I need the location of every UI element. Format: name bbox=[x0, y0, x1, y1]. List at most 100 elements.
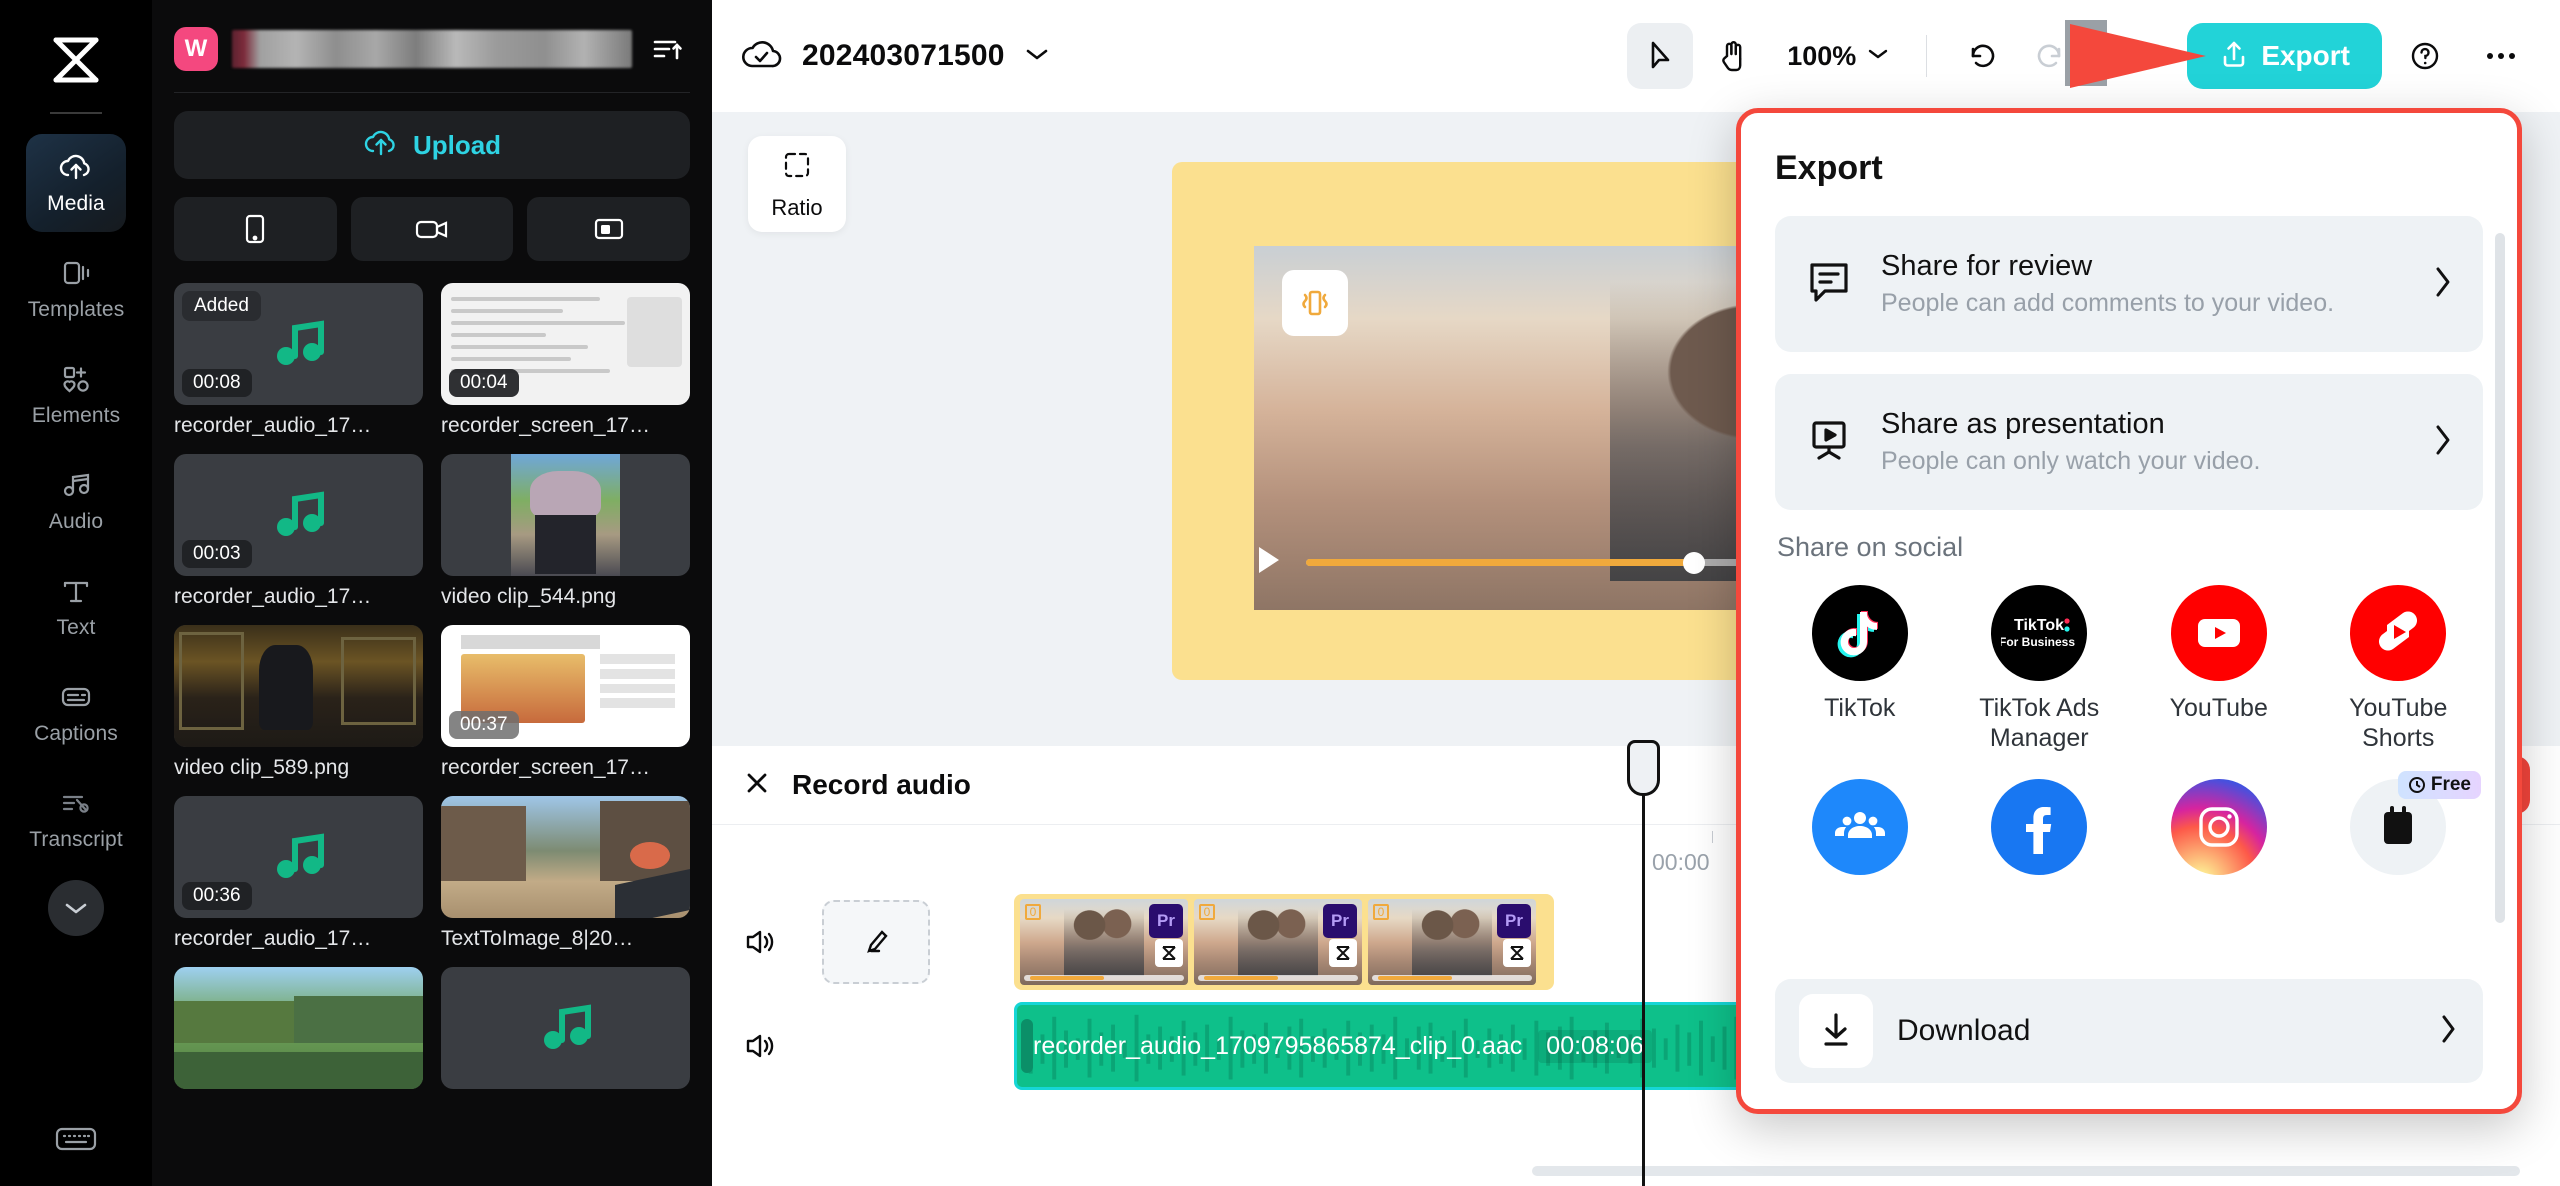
clip-corner-label: 0 bbox=[1199, 904, 1215, 920]
cloud-upload-icon bbox=[59, 150, 93, 184]
duration-badge: 00:08 bbox=[182, 369, 252, 397]
svg-text:For Business: For Business bbox=[2001, 635, 2075, 649]
media-item[interactable]: 00:36 recorder_audio_17… bbox=[174, 796, 423, 951]
media-thumbnail bbox=[441, 796, 690, 918]
zoom-control[interactable]: 100% bbox=[1771, 41, 1906, 72]
ellipsis-icon[interactable] bbox=[2468, 23, 2534, 89]
media-item[interactable]: video clip_544.png bbox=[441, 454, 690, 609]
duration-badge: 00:37 bbox=[449, 711, 519, 739]
social-youtube[interactable]: YouTube bbox=[2134, 585, 2304, 753]
media-item[interactable] bbox=[174, 967, 423, 1089]
media-item[interactable]: 00:37 recorder_screen_17… bbox=[441, 625, 690, 780]
sidebar-item-templates[interactable]: Templates bbox=[26, 240, 126, 338]
thumbnail-image bbox=[174, 967, 423, 1089]
duration-badge: 00:03 bbox=[182, 540, 252, 568]
templates-icon bbox=[59, 256, 93, 290]
share-for-review-option[interactable]: Share for review People can add comments… bbox=[1775, 216, 2483, 352]
media-thumbnail bbox=[174, 967, 423, 1089]
sidebar-item-text[interactable]: Text bbox=[26, 558, 126, 656]
sidebar-item-media[interactable]: Media bbox=[26, 134, 126, 232]
social-facebook[interactable] bbox=[1955, 779, 2125, 887]
share-as-presentation-option[interactable]: Share as presentation People can only wa… bbox=[1775, 374, 2483, 510]
media-thumbnail: 00:03 bbox=[174, 454, 423, 576]
media-item-name: video clip_544.png bbox=[441, 585, 617, 608]
media-item[interactable]: 00:03 recorder_audio_17… bbox=[174, 454, 423, 609]
thumbnail-image bbox=[441, 796, 690, 918]
media-item[interactable]: video clip_589.png bbox=[174, 625, 423, 780]
playhead[interactable] bbox=[1627, 740, 1660, 1186]
media-thumbnail: Added 00:08 bbox=[174, 283, 423, 405]
sidebar-item-transcript[interactable]: Transcript bbox=[26, 770, 126, 868]
social-label: TikTok bbox=[1824, 694, 1896, 722]
media-item-name: video clip_589.png bbox=[174, 756, 350, 779]
divider bbox=[174, 92, 690, 93]
media-grid: Added 00:08 recorder_audio_17… 00:04 rec… bbox=[174, 283, 690, 1089]
duration-badge: 00:36 bbox=[182, 882, 252, 910]
close-x-icon[interactable] bbox=[742, 768, 772, 803]
youtube-icon bbox=[2170, 585, 2267, 681]
undo-icon[interactable] bbox=[1947, 23, 2013, 89]
sidebar-item-label: Media bbox=[47, 192, 105, 215]
media-panel: W Upload Added 00:08 recorder_audio_17… … bbox=[152, 0, 712, 1186]
capcut-mark-icon bbox=[1155, 939, 1183, 967]
project-info: 202403071500 bbox=[738, 35, 1051, 78]
media-item[interactable]: 00:04 recorder_screen_17… bbox=[441, 283, 690, 438]
ratio-button[interactable]: Ratio bbox=[748, 136, 846, 232]
play-icon[interactable] bbox=[1250, 541, 1284, 584]
social-tiktok-ads-manager[interactable]: TikTok For Business TikTok Ads Manager bbox=[1955, 585, 2125, 753]
export-popup-title: Export bbox=[1775, 149, 1883, 187]
chevron-down-icon[interactable] bbox=[1023, 45, 1051, 68]
export-popup-body: Export Share for review People can add c… bbox=[1741, 113, 2517, 1109]
upload-button[interactable]: Upload bbox=[174, 111, 690, 179]
keyboard-icon[interactable] bbox=[54, 1123, 98, 1160]
social-youtube-shorts[interactable]: YouTube Shorts bbox=[2314, 585, 2484, 753]
video-camera-icon[interactable] bbox=[350, 197, 514, 261]
progress-knob[interactable] bbox=[1682, 551, 1705, 574]
media-item[interactable]: Added 00:08 recorder_audio_17… bbox=[174, 283, 423, 438]
zoom-value: 100% bbox=[1787, 40, 1857, 71]
media-thumbnail: 00:37 bbox=[441, 625, 690, 747]
pencil-icon[interactable] bbox=[822, 900, 930, 984]
export-button[interactable]: Export bbox=[2187, 23, 2382, 89]
sort-ascending-icon[interactable] bbox=[644, 26, 690, 72]
sidebar-item-elements[interactable]: Elements bbox=[26, 346, 126, 444]
speaker-icon[interactable] bbox=[712, 1029, 808, 1063]
media-item[interactable] bbox=[441, 967, 690, 1089]
chevron-down-icon bbox=[1866, 46, 1890, 67]
question-circle-icon[interactable] bbox=[2392, 23, 2458, 89]
sidebar-item-label: Elements bbox=[31, 404, 121, 427]
option-subtitle: People can only watch your video. bbox=[1881, 447, 2261, 475]
social-instagram[interactable] bbox=[2134, 779, 2304, 887]
social-facebook-group[interactable] bbox=[1775, 779, 1945, 887]
cursor-arrow-icon[interactable] bbox=[1627, 23, 1694, 89]
media-item-name: recorder_audio_17… bbox=[174, 585, 372, 608]
media-item[interactable]: TextToImage_8|20… bbox=[441, 796, 690, 951]
phone-icon[interactable] bbox=[174, 197, 337, 261]
music-note-icon bbox=[59, 468, 93, 502]
sidebar-item-audio[interactable]: Audio bbox=[26, 452, 126, 550]
audio-clip-duration: 00:08:06 bbox=[1538, 1029, 1652, 1063]
rail-divider bbox=[50, 112, 102, 114]
social-tiktok[interactable]: TikTok bbox=[1775, 585, 1945, 753]
video-clip[interactable]: 0 Pr 0 Pr 0 Pr bbox=[1014, 894, 1554, 990]
social-schedule[interactable]: Free bbox=[2314, 771, 2484, 887]
capcut-logo-icon[interactable] bbox=[46, 30, 106, 90]
sidebar-item-captions[interactable]: Captions bbox=[26, 664, 126, 762]
svg-text:TikTok: TikTok bbox=[2014, 617, 2064, 634]
ruler-label: 00:00 bbox=[1652, 849, 1710, 875]
animation-icon[interactable] bbox=[1282, 270, 1348, 336]
rail-items: Media Templates Elements Audio Text Capt… bbox=[0, 134, 152, 936]
chevron-down-icon[interactable] bbox=[48, 880, 104, 936]
frame-icon[interactable] bbox=[527, 197, 691, 261]
sidebar-item-label: Audio bbox=[48, 510, 104, 533]
presentation-icon bbox=[1803, 414, 1855, 471]
speaker-icon[interactable] bbox=[712, 925, 808, 959]
hand-icon[interactable] bbox=[1699, 23, 1765, 89]
download-button[interactable]: Download bbox=[1775, 979, 2483, 1083]
avatar[interactable]: W bbox=[174, 27, 218, 71]
person-add-icon[interactable] bbox=[2111, 23, 2177, 89]
clip-trim-handle[interactable] bbox=[1021, 1019, 1033, 1073]
popup-scrollbar[interactable] bbox=[2495, 233, 2505, 923]
timeline-scrollbar[interactable] bbox=[1532, 1166, 2520, 1176]
share-on-social-label: Share on social bbox=[1777, 532, 1964, 562]
